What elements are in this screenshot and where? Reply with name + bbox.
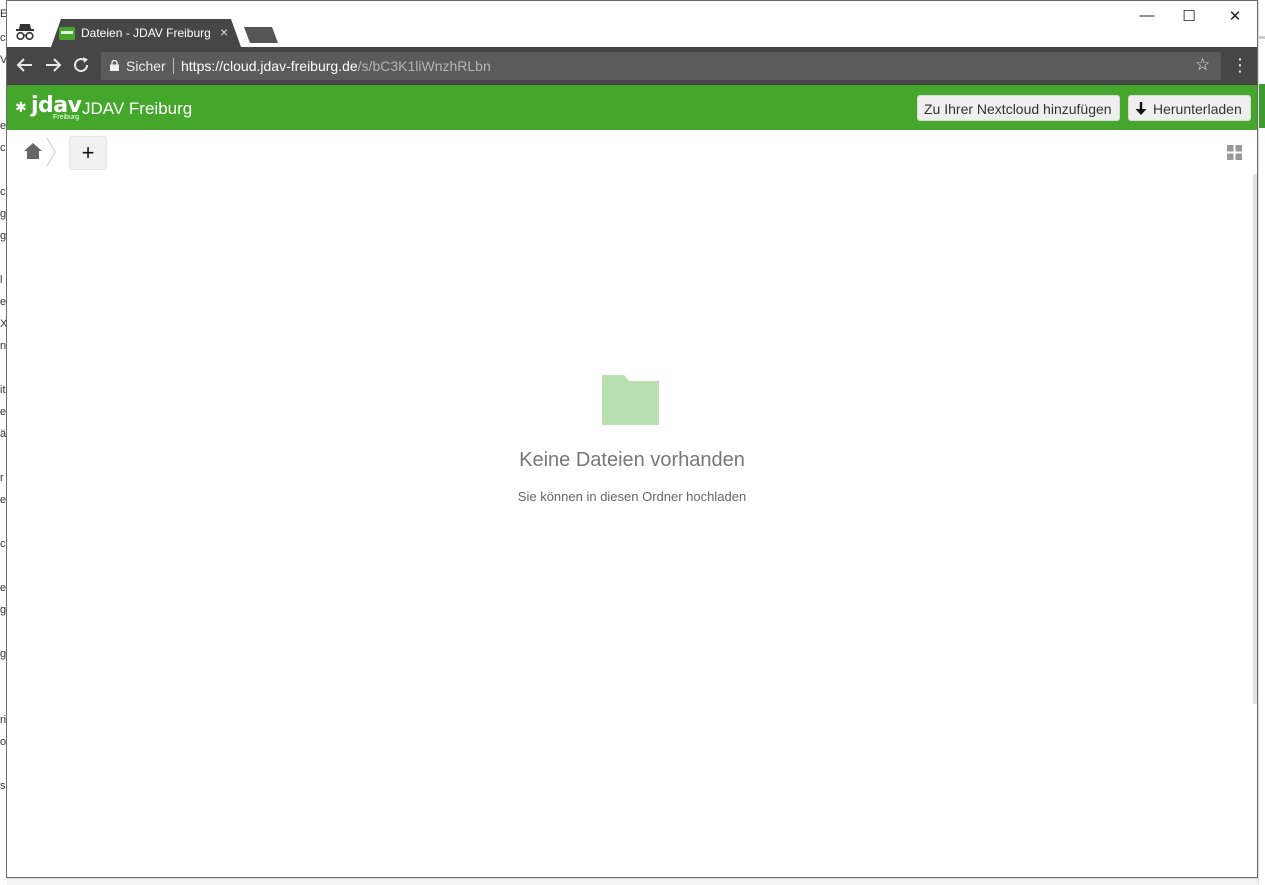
close-window-button[interactable]: ✕ xyxy=(1221,7,1249,27)
nextcloud-header: ✱ jdav Freiburg JDAV Freiburg Zu Ihrer N… xyxy=(7,85,1257,130)
arrow-right-icon xyxy=(46,58,62,72)
background-window-right xyxy=(1258,0,1265,884)
url-host: cloud.jdav-freiburg.de xyxy=(223,58,358,74)
browser-toolbar: Sicher https://cloud.jdav-freiburg.de/s/… xyxy=(7,47,1257,85)
edelweiss-icon: ✱ xyxy=(15,99,27,115)
url-scheme: https:// xyxy=(181,58,224,74)
folder-icon xyxy=(602,375,659,425)
minimize-button[interactable]: — xyxy=(1133,7,1161,27)
forward-button[interactable] xyxy=(42,54,64,76)
url-text: https://cloud.jdav-freiburg.de/s/bC3K1li… xyxy=(181,58,491,74)
back-button[interactable] xyxy=(14,54,36,76)
address-bar[interactable]: Sicher https://cloud.jdav-freiburg.de/s/… xyxy=(101,52,1221,80)
tab-close-icon[interactable]: × xyxy=(220,24,228,40)
scrollbar[interactable] xyxy=(1253,174,1257,704)
address-separator xyxy=(173,58,174,74)
logo-subtext: Freiburg xyxy=(53,114,80,121)
reload-button[interactable] xyxy=(70,54,92,76)
download-icon xyxy=(1135,102,1147,115)
download-label: Herunterladen xyxy=(1153,101,1242,117)
arrow-left-icon xyxy=(16,58,32,72)
tab-title: Dateien - JDAV Freiburg xyxy=(81,26,211,40)
grid-view-icon[interactable] xyxy=(1227,145,1242,160)
tab-favicon-icon xyxy=(59,27,75,40)
url-path: /s/bC3K1liWnzhRLbn xyxy=(357,58,491,74)
add-to-nextcloud-button[interactable]: Zu Ihrer Nextcloud hinzufügen xyxy=(917,95,1120,121)
bookmark-star-icon[interactable]: ☆ xyxy=(1195,55,1210,75)
tab-active[interactable]: Dateien - JDAV Freiburg × xyxy=(51,19,241,47)
site-name: JDAV Freiburg xyxy=(82,99,193,118)
breadcrumb-separator-icon xyxy=(46,138,56,166)
new-item-button[interactable]: + xyxy=(69,136,107,170)
new-tab-button[interactable] xyxy=(244,27,278,43)
browser-menu-icon[interactable]: ⋮ xyxy=(1229,55,1251,77)
security-label: Sicher xyxy=(126,58,166,74)
jdav-logo[interactable]: ✱ jdav Freiburg xyxy=(15,93,82,121)
title-bar: Dateien - JDAV Freiburg × — ☐ ✕ xyxy=(7,1,1257,47)
lock-icon xyxy=(110,60,119,71)
maximize-button[interactable]: ☐ xyxy=(1175,7,1203,27)
download-button[interactable]: Herunterladen xyxy=(1128,95,1251,121)
files-controls: + xyxy=(7,130,1257,174)
reload-icon xyxy=(74,57,89,73)
empty-state-title: Keine Dateien vorhanden xyxy=(519,449,745,471)
browser-window: Dateien - JDAV Freiburg × — ☐ ✕ Sicher h… xyxy=(6,0,1258,878)
empty-state-hint: Sie können in diesen Ordner hochladen xyxy=(517,489,747,504)
page-content: ✱ jdav Freiburg JDAV Freiburg Zu Ihrer N… xyxy=(7,85,1257,877)
home-icon[interactable] xyxy=(23,142,43,160)
incognito-icon xyxy=(16,24,34,41)
